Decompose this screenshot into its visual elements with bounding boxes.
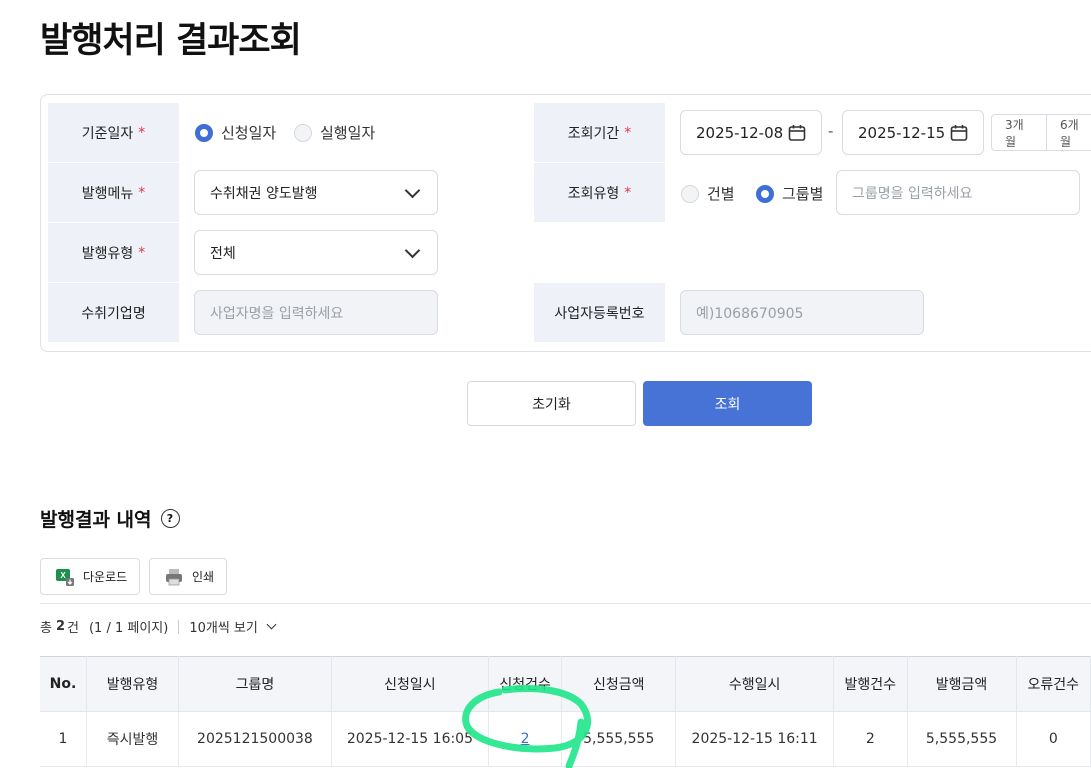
column-header: 발행건수 <box>833 656 908 712</box>
date-separator: - <box>828 122 834 140</box>
period-6-months-button[interactable]: 6개월 <box>1047 115 1091 150</box>
cell-issue-count: 2 <box>833 711 908 767</box>
cell-no: 1 <box>40 711 88 767</box>
label-query-type: 조회유형 * <box>534 163 665 222</box>
total-count: 2 <box>55 619 66 634</box>
radio-apply-date[interactable]: 신청일자 <box>195 122 276 143</box>
page-title: 발행처리 결과조회 <box>40 21 302 61</box>
company-name-input[interactable]: 사업자명을 입력하세요 <box>194 290 438 335</box>
reset-button[interactable]: 초기화 <box>467 381 636 426</box>
quick-period-group: 3개월 6개월 <box>991 114 1091 151</box>
calendar-icon[interactable] <box>788 124 806 142</box>
question-circle-icon[interactable]: ? <box>160 509 180 528</box>
result-summary: 총 2 건 (1 / 1 페이지) 10개씩 보기 <box>40 617 277 636</box>
cell-group-name: 2025121500038 <box>177 711 332 767</box>
radio-off-icon <box>681 184 699 203</box>
chevron-down-icon <box>404 182 421 198</box>
label-period: 조회기간 * <box>534 103 665 162</box>
search-button[interactable]: 조회 <box>643 381 812 426</box>
page-size-select[interactable]: 10개씩 보기 <box>189 617 277 636</box>
results-title: 발행결과 내역 ? <box>40 505 180 532</box>
radio-off-icon <box>294 123 312 142</box>
end-date-field[interactable]: 2025-12-15 <box>842 110 984 155</box>
cell-issue-type: 즉시발행 <box>86 711 179 767</box>
group-name-input[interactable]: 그룹명을 입력하세요 <box>836 170 1080 215</box>
cell-error-count: 0 <box>1015 711 1091 767</box>
download-button[interactable]: X 다운로드 <box>40 558 141 595</box>
bizno-input[interactable]: 예)1068670905 <box>680 290 924 335</box>
printer-icon <box>166 568 182 585</box>
radio-exec-date[interactable]: 실행일자 <box>294 122 375 143</box>
radio-on-icon <box>756 184 774 203</box>
label-menu: 발행메뉴 * <box>48 163 179 222</box>
calendar-icon[interactable] <box>950 124 968 142</box>
start-date-field[interactable]: 2025-12-08 <box>680 110 822 155</box>
column-header: 그룹명 <box>177 656 332 712</box>
column-header: 수행일시 <box>675 656 835 712</box>
separator <box>178 619 180 634</box>
column-header: No. <box>40 656 88 712</box>
highlight-annotation <box>462 685 592 768</box>
label-bizno: 사업자등록번호 <box>534 283 665 342</box>
chevron-down-icon <box>404 242 421 258</box>
cell-issue-amount: 5,555,555 <box>906 711 1017 767</box>
page-info: (1 / 1 페이지) <box>88 621 169 636</box>
radio-per-item[interactable]: 건별 <box>681 183 735 204</box>
label-base-date: 기준일자 * <box>48 103 179 162</box>
divider <box>40 603 1091 604</box>
label-company: 수취기업명 <box>48 283 179 342</box>
chevron-down-icon <box>266 619 277 630</box>
menu-select[interactable]: 수취채권 양도발행 <box>194 170 438 215</box>
issue-type-select[interactable]: 전체 <box>194 230 438 275</box>
cell-exec-datetime: 2025-12-15 16:11 <box>675 711 835 767</box>
radio-on-icon <box>195 123 213 142</box>
excel-download-icon: X <box>56 568 74 586</box>
period-3-months-button[interactable]: 3개월 <box>992 115 1047 150</box>
print-button[interactable]: 인쇄 <box>149 558 228 595</box>
column-header: 발행금액 <box>906 656 1017 712</box>
radio-per-group[interactable]: 그룹별 <box>756 183 823 204</box>
column-header: 발행유형 <box>86 656 179 712</box>
label-issue-type: 발행유형 * <box>48 223 179 282</box>
svg-text:X: X <box>60 571 66 580</box>
column-header: 오류건수 <box>1015 656 1091 712</box>
